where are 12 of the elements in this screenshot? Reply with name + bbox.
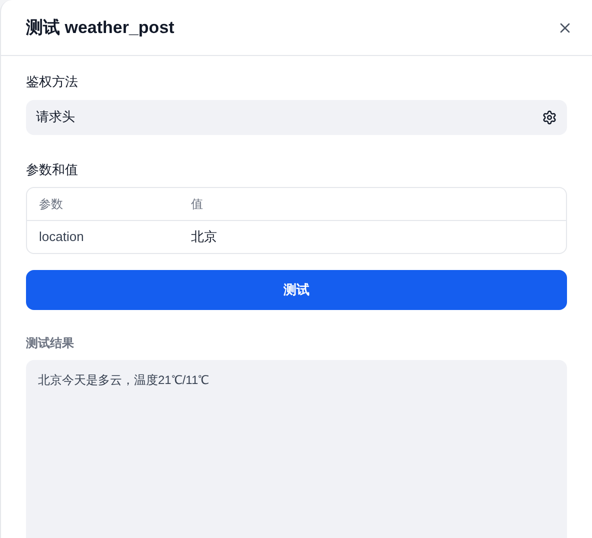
table-cell-text: location [39, 228, 85, 246]
settings-icon[interactable] [542, 110, 557, 124]
result-text: 北京今天是多云，温度21℃/11℃ [38, 373, 210, 387]
column-header: 值 [191, 196, 203, 213]
column-header: 参数 [39, 196, 64, 213]
test-button[interactable]: 测试 [26, 270, 567, 310]
auth-method-field[interactable]: 请求头 [26, 100, 567, 134]
section-label: 测试结果 [26, 335, 75, 352]
table-cell-text: 北京 [191, 228, 217, 246]
section-label: 鉴权方法 [26, 73, 79, 91]
dialog-title: 测试 weather_post [26, 16, 174, 39]
section-label: 参数和值 [26, 160, 79, 178]
